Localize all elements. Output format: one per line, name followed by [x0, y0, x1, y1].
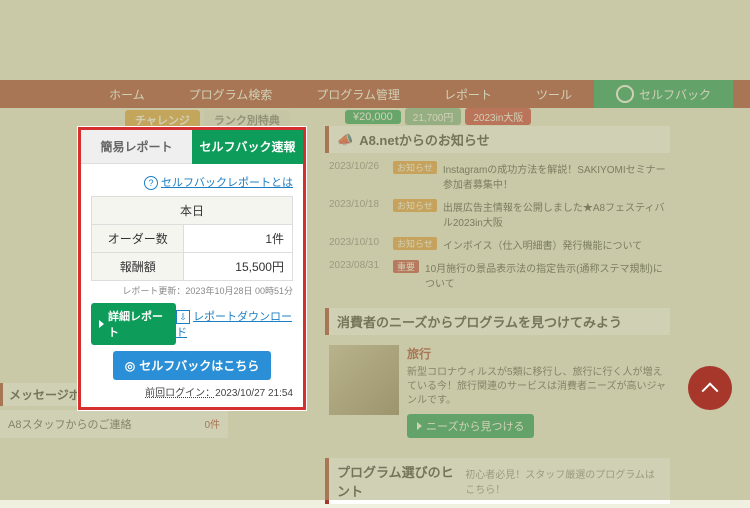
nav-program-search[interactable]: プログラム検索 [167, 80, 295, 108]
last-login: 前回ログイン：2023/10/27 21:54 [91, 384, 293, 399]
news-item[interactable]: 2023/08/31 重要 10月施行の景品表示法の指定告示(通称ステマ規制)に… [325, 256, 670, 294]
summary-table: 本日 オーダー数 1件 報酬額 15,500円 [91, 196, 293, 281]
needs-heading: 消費者のニーズからプログラムを見つけてみよう [325, 308, 670, 335]
megaphone-icon: 📣 [337, 132, 353, 148]
hint-section: プログラム選びのヒント 初心者必見！スタッフ厳選のプログラムはこちら！ [325, 458, 670, 504]
tab-simple-report[interactable]: 簡易レポート [81, 130, 192, 164]
price-badge-3: 2023in大阪 [465, 108, 531, 125]
amount-value: 15,500円 [184, 253, 293, 281]
update-timestamp: レポート更新：2023年10月28日 00時51分 [91, 284, 293, 297]
amount-label: 報酬額 [92, 253, 184, 281]
scroll-to-top-button[interactable] [688, 366, 732, 410]
news-item[interactable]: 2023/10/26 お知らせ Instagramの成功方法を解説！SAKIYO… [325, 157, 670, 195]
download-report-link[interactable]: レポートダウンロード [176, 308, 293, 340]
news-section: 📣 A8.netからのお知らせ 2023/10/26 お知らせ Instagra… [325, 126, 670, 294]
news-item[interactable]: 2023/10/10 お知らせ インボイス（仕入明細書）発行機能について [325, 233, 670, 256]
needs-item-title: 旅行 [407, 345, 666, 362]
needs-item-desc: 新型コロナウィルスが5類に移行し、旅行に行く人が増えている今！旅行関連のサービス… [407, 366, 666, 408]
price-badge-2: 21,700円 [405, 108, 462, 125]
nav-selfback[interactable]: セルフバック [594, 80, 733, 108]
orders-value: 1件 [184, 225, 293, 253]
nav-report[interactable]: レポート [422, 80, 514, 108]
news-heading: 📣 A8.netからのお知らせ [325, 126, 670, 153]
hint-heading: プログラム選びのヒント 初心者必見！スタッフ厳選のプログラムはこちら！ [325, 458, 670, 504]
needs-thumbnail [329, 345, 399, 415]
report-panel: 簡易レポート セルフバック速報 セルフバックレポートとは 本日 オーダー数 1件… [78, 127, 306, 410]
help-link[interactable]: セルフバックレポートとは [91, 174, 293, 190]
table-header-today: 本日 [92, 197, 293, 225]
find-by-needs-button[interactable]: ニーズから見つける [407, 414, 534, 438]
nav-home[interactable]: ホーム [87, 80, 167, 108]
message-row[interactable]: A8スタッフからのご連絡 0件 [0, 410, 228, 438]
top-nav: ホーム プログラム検索 プログラム管理 レポート ツール セルフバック [0, 80, 750, 108]
nav-tools[interactable]: ツール [514, 80, 594, 108]
orders-label: オーダー数 [92, 225, 184, 253]
price-badge-1: ¥20,000 [345, 110, 401, 124]
detail-report-button[interactable]: 詳細レポート [91, 303, 176, 345]
news-item[interactable]: 2023/10/18 お知らせ 出展広告主情報を公開しました★A8フェスティバル… [325, 195, 670, 233]
needs-section: 消費者のニーズからプログラムを見つけてみよう 旅行 新型コロナウィルスが5類に移… [325, 308, 670, 444]
tab-selfback-flash[interactable]: セルフバック速報 [192, 130, 303, 164]
nav-program-manage[interactable]: プログラム管理 [294, 80, 422, 108]
goto-selfback-button[interactable]: セルフバックはこちら [113, 351, 272, 380]
